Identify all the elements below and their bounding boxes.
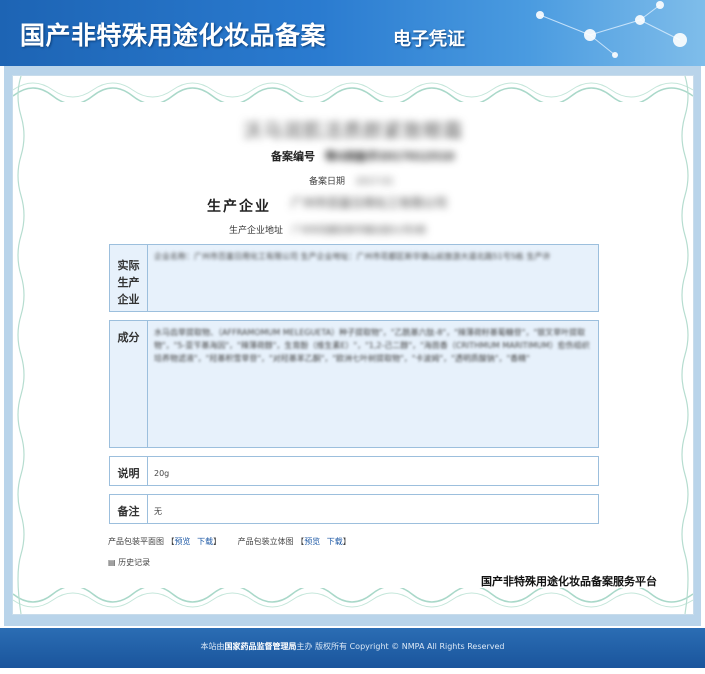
ingredients-label: 成分 — [110, 321, 148, 447]
description-label: 说明 — [110, 457, 148, 485]
registration-value: 粤G网备字2017012510 — [324, 150, 455, 163]
description-value: 20g — [154, 469, 170, 478]
header-banner: 国产非特殊用途化妆品备案 电子凭证 — [0, 0, 705, 66]
document-icon: ▤ — [108, 558, 116, 567]
remarks-label: 备注 — [110, 495, 148, 523]
description-box: 说明 20g — [109, 456, 599, 486]
org-name: 国家药品监督管理局 — [224, 642, 297, 651]
enterprise-value: 广州市百富日用化工有限公司 — [291, 196, 448, 210]
cube-download-link[interactable]: 下载 — [327, 537, 343, 546]
footer: 本站由国家药品监督管理局主办 版权所有 Copyright © NMPA All… — [0, 628, 705, 668]
plan-download-link[interactable]: 下载 — [197, 537, 213, 546]
ingredients-box: 成分 水马齿草提取物、（AFFRAMOMUM MELEGUETA）种子提取物"，… — [109, 320, 599, 448]
copyright-text: 本站由国家药品监督管理局主办 版权所有 Copyright © NMPA All… — [200, 642, 505, 651]
registration-number: 备案编号 粤G网备字2017012510 — [271, 148, 454, 164]
registration-date: 备案日期 2017-01 — [309, 174, 394, 187]
history-link[interactable]: ▤ 历史记录 — [108, 557, 150, 568]
remarks-value: 无 — [154, 507, 162, 516]
banner-title: 国产非特殊用途化妆品备案 — [20, 21, 327, 50]
actual-producer-label: 实际生产企业 — [110, 245, 148, 311]
address-value: 广州市花都区新华镇北街51号5栋 — [291, 226, 427, 236]
wave-border-bottom — [13, 588, 693, 608]
wave-border-right — [681, 76, 689, 614]
actual-producer-box: 实际生产企业 企业名称：广州市百富日用化工有限公司 生产企业地址：广州市花都区新… — [109, 244, 599, 312]
date-label: 备案日期 — [309, 177, 346, 187]
registration-label: 备案编号 — [271, 150, 315, 163]
cube-preview-link[interactable]: 预览 — [304, 537, 320, 546]
molecule-decoration — [536, 1, 687, 58]
enterprise-address: 生产企业地址 广州市花都区新华镇北街51号5栋 — [229, 223, 426, 236]
date-value: 2017-01 — [355, 177, 394, 187]
platform-name: 国产非特殊用途化妆品备案服务平台 — [481, 575, 657, 588]
package-links: 产品包装平面图 【预览 下载】 产品包装立体图 【预览 下载】 — [108, 537, 351, 546]
plan-preview-link[interactable]: 预览 — [175, 537, 191, 546]
plan-image-label: 产品包装平面图 — [108, 537, 164, 546]
cube-image-label: 产品包装立体图 — [237, 537, 294, 546]
wave-border-left — [17, 76, 25, 614]
banner-subtitle: 电子凭证 — [393, 29, 465, 50]
certificate: 沃马润肌活质颜紧致眼霜 备案编号 粤G网备字2017012510 备案日期 20… — [12, 75, 694, 615]
product-name: 沃马润肌活质颜紧致眼霜 — [243, 120, 464, 142]
remarks-box: 备注 无 — [109, 494, 599, 524]
actual-producer-value: 企业名称：广州市百富日用化工有限公司 生产企业地址：广州市花都区新华镇山前旅游大… — [154, 252, 551, 261]
address-label: 生产企业地址 — [229, 226, 284, 236]
enterprise-label: 生产企业 — [207, 199, 271, 215]
ingredients-value: 水马齿草提取物、（AFFRAMOMUM MELEGUETA）种子提取物"，"乙酰… — [154, 328, 590, 363]
wave-border-top — [13, 82, 693, 102]
